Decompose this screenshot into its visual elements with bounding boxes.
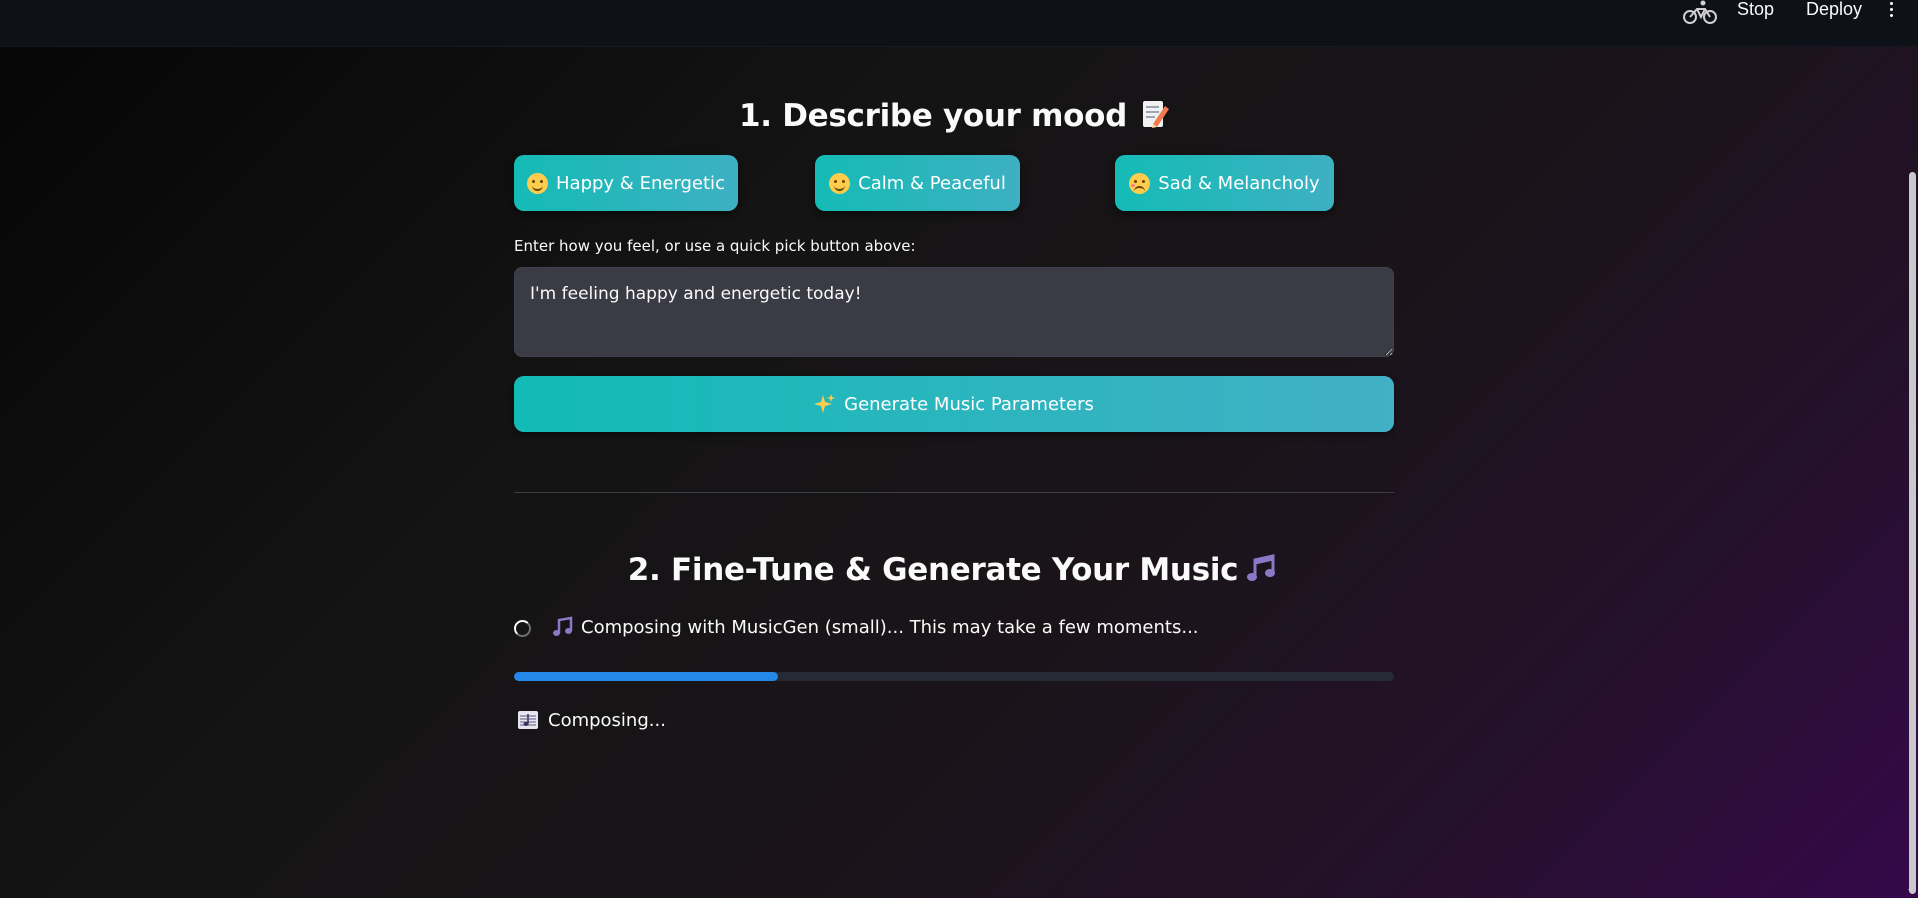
page-scrollbar[interactable] [1906, 46, 1918, 898]
musical-note-icon [553, 616, 573, 636]
smiling-face-icon [527, 172, 549, 194]
running-cyclist-icon [1682, 0, 1717, 24]
quick-pick-happy-button[interactable]: Happy & Energetic [514, 155, 738, 211]
quick-pick-sad-button[interactable]: Sad & Melancholy [1115, 155, 1334, 211]
kebab-menu-icon[interactable] [1890, 1, 1896, 17]
progress-fill [514, 672, 778, 681]
relieved-face-icon [829, 172, 851, 194]
app-header: Stop Deploy [0, 0, 1918, 47]
quick-pick-label: Sad & Melancholy [1158, 172, 1320, 194]
loading-spinner-icon [514, 619, 531, 637]
mood-textarea[interactable] [514, 267, 1394, 357]
deploy-button[interactable]: Deploy [1806, 0, 1862, 18]
composing-row: Composing... [518, 706, 666, 734]
section-title-describe-mood: 1. Describe your mood [514, 96, 1394, 136]
quick-pick-calm-button[interactable]: Calm & Peaceful [815, 155, 1020, 211]
section-title-text: 1. Describe your mood [738, 98, 1128, 134]
mood-input-label: Enter how you feel, or use a quick pick … [514, 237, 916, 255]
section-divider [514, 492, 1394, 493]
header-actions: Stop Deploy [1682, 0, 1896, 24]
stop-button[interactable]: Stop [1737, 0, 1774, 18]
scrollbar-thumb[interactable] [1909, 172, 1916, 894]
musical-notes-icon [1247, 554, 1276, 581]
section-title-text: 2. Fine-Tune & Generate Your Music [627, 552, 1239, 588]
status-row: Composing with MusicGen (small)... This … [514, 613, 1199, 641]
musical-score-icon [518, 711, 538, 729]
composing-text: Composing... [548, 709, 666, 731]
generate-music-parameters-button[interactable]: Generate Music Parameters [514, 376, 1394, 432]
status-text: Composing with MusicGen (small)... This … [581, 616, 1199, 638]
progress-bar [514, 672, 1394, 681]
quick-pick-label: Calm & Peaceful [858, 172, 1006, 194]
section-title-fine-tune: 2. Fine-Tune & Generate Your Music [514, 550, 1394, 590]
sparkles-icon [814, 394, 836, 413]
generate-label: Generate Music Parameters [844, 393, 1094, 415]
scroll-down-arrow-icon[interactable] [1908, 889, 1916, 894]
memo-pencil-icon [1143, 101, 1170, 128]
quick-pick-label: Happy & Energetic [556, 172, 725, 194]
flushed-face-icon [1129, 172, 1151, 194]
